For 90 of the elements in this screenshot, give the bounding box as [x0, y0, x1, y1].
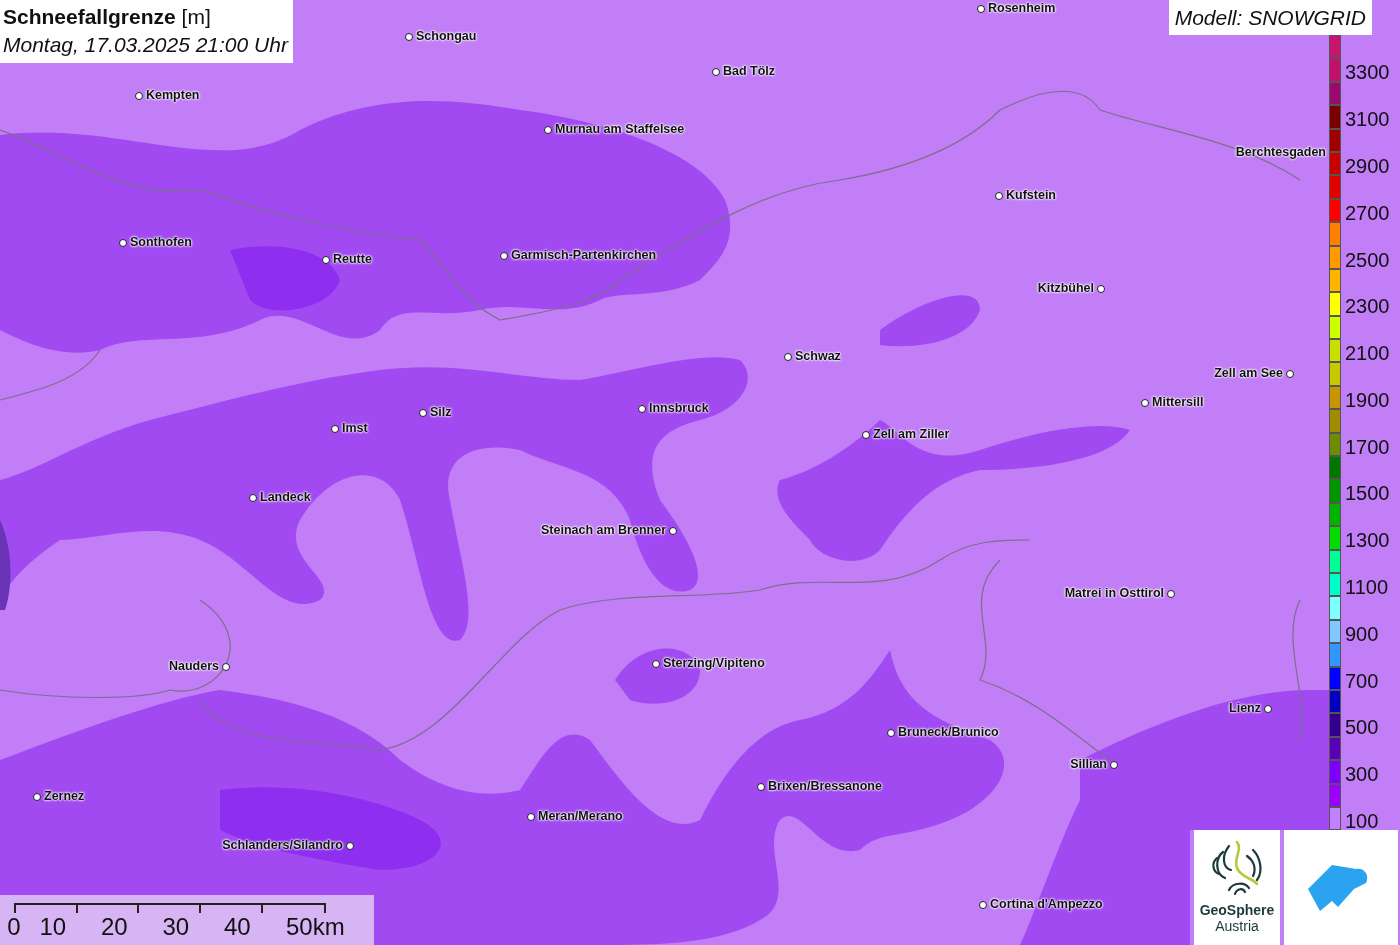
logo-name: GeoSphere — [1199, 902, 1275, 918]
scale-label: 0 — [6, 913, 22, 941]
legend-label: 1500 — [1345, 482, 1390, 506]
city-marker — [249, 494, 257, 502]
scale-label: 30 — [161, 913, 191, 941]
city-label: Matrei in Osttirol — [1064, 585, 1164, 601]
city-marker — [712, 68, 720, 76]
city-label: Kempten — [146, 87, 200, 103]
city-marker — [419, 409, 427, 417]
city-marker — [1167, 590, 1175, 598]
city-marker — [1286, 370, 1294, 378]
logo-subtitle: Austria — [1215, 918, 1259, 934]
city-label: Bad Tölz — [723, 63, 776, 79]
city-marker — [784, 353, 792, 361]
city-label: Imst — [342, 420, 368, 436]
city-label: Steinach am Brenner — [540, 522, 666, 538]
city-label: Meran/Merano — [538, 808, 623, 824]
city-label: Landeck — [260, 489, 311, 505]
city-label: Berchtesgaden — [1235, 144, 1326, 160]
city-label: Garmisch-Partenkirchen — [511, 247, 657, 263]
city-marker — [500, 252, 508, 260]
city-marker — [119, 239, 127, 247]
city-label: Zernez — [44, 788, 85, 804]
city-marker — [346, 842, 354, 850]
city-label: Lienz — [1229, 700, 1261, 716]
legend-label: 300 — [1345, 763, 1379, 787]
city-label: Schongau — [416, 28, 477, 44]
city-marker — [1110, 761, 1118, 769]
city-marker — [977, 5, 985, 13]
model-label: Modell: SNOWGRID — [1168, 0, 1372, 35]
city-label: Murnau am Staffelsee — [555, 121, 685, 137]
city-marker — [33, 793, 41, 801]
city-marker — [995, 192, 1003, 200]
city-marker — [222, 663, 230, 671]
city-marker — [669, 527, 677, 535]
city-label: Zell am See — [1214, 365, 1283, 381]
legend-label: 1700 — [1345, 435, 1390, 459]
scale-label: 40 — [222, 913, 252, 941]
city-label: Silz — [430, 404, 452, 420]
forecast-datetime: Montag, 17.03.2025 21:00 Uhr — [3, 32, 288, 58]
map-title: Schneefallgrenze [m] — [3, 4, 212, 30]
legend-label: 2700 — [1345, 201, 1390, 225]
legend-label: 1300 — [1345, 529, 1390, 553]
legend-label: 2100 — [1345, 342, 1390, 366]
city-marker — [1141, 399, 1149, 407]
city-label: Sillian — [1070, 756, 1107, 772]
legend-label: 500 — [1345, 716, 1379, 740]
city-marker — [544, 126, 552, 134]
city-label: Sterzing/Vipiteno — [663, 655, 765, 671]
legend-label: 2500 — [1345, 248, 1390, 272]
city-marker — [1264, 705, 1272, 713]
legend-label: 3100 — [1345, 108, 1390, 132]
city-label: Kitzbühel — [1037, 280, 1094, 296]
city-marker — [1097, 285, 1105, 293]
city-label: Mittersill — [1152, 394, 1204, 410]
city-marker — [757, 783, 765, 791]
legend-label: 100 — [1345, 809, 1379, 833]
city-marker — [862, 431, 870, 439]
city-label: Zell am Ziller — [873, 426, 950, 442]
city-marker — [638, 405, 646, 413]
city-label: Innsbruck — [649, 400, 709, 416]
city-marker — [527, 813, 535, 821]
legend-label: 2300 — [1345, 295, 1390, 319]
city-marker — [405, 33, 413, 41]
legend-label: 2900 — [1345, 154, 1390, 178]
city-label: Reutte — [333, 251, 372, 267]
legend-label: 1100 — [1345, 576, 1388, 599]
city-label: Brixen/Bressanone — [768, 778, 882, 794]
city-marker — [331, 425, 339, 433]
city-marker — [979, 901, 987, 909]
city-label: Sonthofen — [130, 234, 192, 250]
city-marker — [652, 660, 660, 668]
legend-label: 900 — [1345, 622, 1379, 646]
scale-label: 10 — [38, 913, 68, 941]
city-marker — [135, 92, 143, 100]
scale-label: 20 — [99, 913, 129, 941]
city-label: Nauders — [168, 658, 219, 674]
city-label: Schlanders/Silandro — [222, 837, 343, 853]
city-label: Kufstein — [1006, 187, 1056, 203]
legend-label: 3300 — [1345, 61, 1390, 85]
city-label: Rosenheim — [988, 0, 1056, 16]
city-marker — [887, 729, 895, 737]
city-label: Cortina d'Ampezzo — [990, 896, 1103, 912]
city-label: Schwaz — [795, 348, 841, 364]
legend-label: 1900 — [1345, 388, 1390, 412]
city-marker — [322, 256, 330, 264]
scale-ruler-icon — [14, 900, 326, 914]
scale-label: 50km — [286, 913, 345, 941]
legend-label: 700 — [1345, 669, 1379, 693]
city-label: Bruneck/Brunico — [898, 724, 999, 740]
